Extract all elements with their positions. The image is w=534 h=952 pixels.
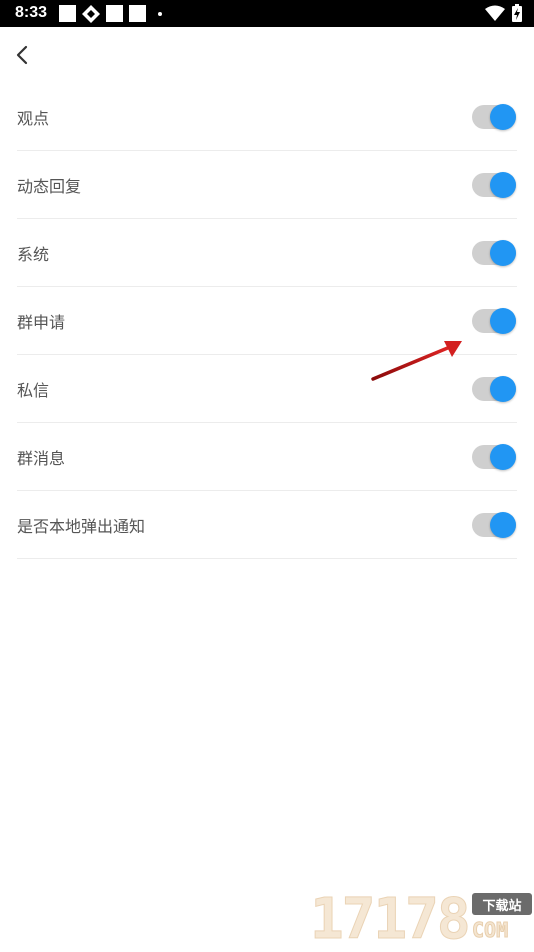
setting-label: 动态回复: [17, 176, 82, 196]
setting-row-system: 系统: [17, 219, 517, 287]
notification-square-icon: [129, 5, 146, 22]
status-time: 8:33: [15, 4, 48, 21]
toggle-local-popup[interactable]: [472, 511, 516, 538]
toggle-private-message[interactable]: [472, 375, 516, 402]
toggle-thumb: [490, 171, 516, 198]
notification-square-icon: [106, 5, 123, 22]
setting-label: 群消息: [17, 448, 66, 468]
setting-row-group-message: 群消息: [17, 423, 517, 491]
toggle-group-message[interactable]: [472, 443, 516, 470]
chevron-left-icon: [16, 45, 28, 65]
setting-label: 系统: [17, 244, 50, 264]
toggle-thumb: [490, 375, 516, 402]
annotation-arrow-icon: [371, 341, 462, 381]
setting-row-dynamic-reply: 动态回复: [17, 151, 517, 219]
watermark-logo: 17178 下载站 COM: [308, 886, 532, 950]
toggle-thumb: [490, 443, 516, 470]
status-notification-icons: [59, 4, 162, 23]
setting-label: 群申请: [17, 312, 66, 332]
watermark-suffix: COM: [472, 918, 509, 943]
notification-square-icon: [59, 5, 76, 22]
toggle-thumb: [490, 307, 516, 334]
watermark-digits: 17178: [310, 887, 472, 952]
watermark-badge: 下载站: [472, 893, 532, 915]
status-bar: 8:33: [0, 0, 534, 27]
app-bar: [0, 27, 534, 83]
setting-row-viewpoint: 观点: [17, 83, 517, 151]
setting-label: 私信: [17, 380, 50, 400]
wifi-icon: [485, 5, 505, 21]
toggle-thumb: [490, 511, 516, 538]
notification-settings-list: 观点 动态回复 系统 群申请 私信 群消息 是否本地弹出通知: [17, 83, 517, 559]
toggle-viewpoint[interactable]: [472, 103, 516, 130]
toggle-group-request[interactable]: [472, 307, 516, 334]
battery-charging-icon: [512, 4, 522, 22]
toggle-system[interactable]: [472, 239, 516, 266]
back-button[interactable]: [8, 39, 36, 71]
sync-icon: [82, 4, 100, 23]
setting-label: 是否本地弹出通知: [17, 516, 146, 536]
dot-icon: [158, 11, 162, 16]
toggle-thumb: [490, 239, 516, 266]
toggle-thumb: [490, 103, 516, 130]
toggle-dynamic-reply[interactable]: [472, 171, 516, 198]
setting-row-local-popup: 是否本地弹出通知: [17, 491, 517, 559]
setting-label: 观点: [17, 108, 50, 128]
status-system-icons: [485, 4, 522, 22]
